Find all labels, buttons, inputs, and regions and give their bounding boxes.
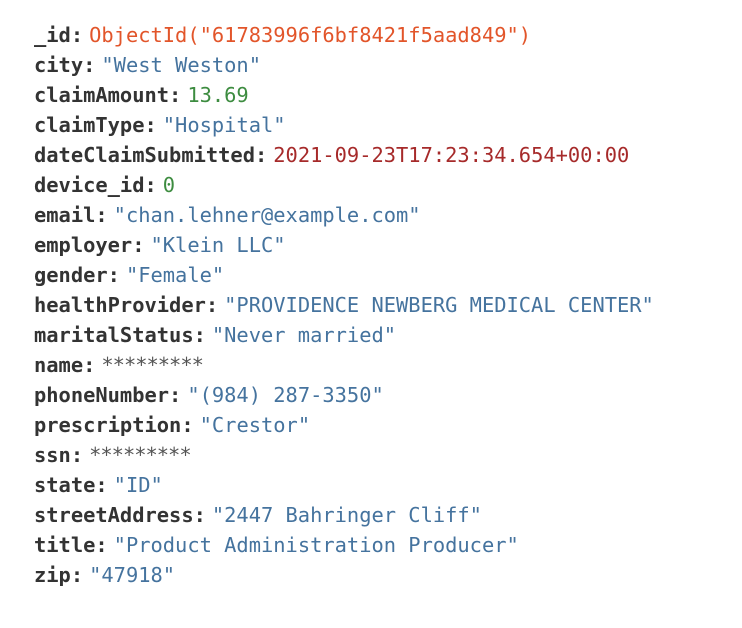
field-value: "Crestor": [199, 413, 311, 437]
field-colon: :: [144, 113, 157, 137]
field-key: healthProvider: [34, 293, 206, 317]
field-row: gender: "Female": [34, 260, 654, 290]
field-row: maritalStatus: "Never married": [34, 320, 654, 350]
field-key: device_id: [34, 173, 145, 197]
field-value: "2447 Bahringer Cliff": [211, 503, 482, 527]
field-row: device_id:0: [34, 170, 654, 200]
field-value: 13.69: [187, 83, 249, 107]
field-value: "Female": [125, 263, 225, 287]
field-value: "West Weston": [101, 53, 261, 77]
field-colon: :: [83, 353, 96, 377]
field-colon: :: [95, 473, 108, 497]
field-row: employer: "Klein LLC": [34, 230, 654, 260]
field-row: streetAddress: "2447 Bahringer Cliff": [34, 500, 654, 530]
field-value: "Never married": [211, 323, 397, 347]
field-key: prescription: [34, 413, 182, 437]
field-colon: :: [70, 443, 84, 467]
field-colon: :: [254, 143, 268, 167]
field-key: gender: [34, 263, 108, 287]
field-colon: :: [70, 563, 84, 587]
field-row: state: "ID": [34, 470, 654, 500]
field-row: _id: ObjectId("61783996f6bf8421f5aad849"): [34, 20, 654, 50]
field-value: "Klein LLC": [150, 233, 286, 257]
field-row: prescription: "Crestor": [34, 410, 654, 440]
field-colon: :: [205, 293, 219, 317]
field-colon: :: [144, 173, 157, 197]
field-row: claimAmount:13.69: [34, 80, 654, 110]
field-colon: :: [169, 83, 182, 107]
field-colon: :: [169, 383, 182, 407]
field-key: title: [34, 533, 96, 557]
field-row: title: "Product Administration Producer": [34, 530, 654, 560]
field-row: email: "chan.lehner@example.com": [34, 200, 654, 230]
field-key: maritalStatus: [34, 323, 194, 347]
field-value-masked: *********: [101, 353, 203, 377]
field-colon: :: [70, 23, 84, 47]
field-colon: :: [181, 413, 194, 437]
field-key: zip: [34, 563, 71, 587]
field-row: claimType: "Hospital": [34, 110, 654, 140]
field-key: phoneNumber: [34, 383, 170, 407]
field-colon: :: [95, 533, 108, 557]
field-colon: :: [132, 233, 145, 257]
field-row: phoneNumber: "(984) 287-3350": [34, 380, 654, 410]
field-key: _id: [34, 23, 71, 47]
field-key: claimAmount: [34, 83, 170, 107]
field-colon: :: [193, 503, 206, 527]
field-row: zip: "47918": [34, 560, 654, 590]
field-value: "PROVIDENCE NEWBERG MEDICAL CENTER": [224, 293, 654, 317]
field-key: streetAddress: [34, 503, 194, 527]
field-key: email: [34, 203, 96, 227]
field-key: ssn: [34, 443, 71, 467]
field-value: 0: [162, 173, 176, 197]
document-view: _id: ObjectId("61783996f6bf8421f5aad849")…: [34, 20, 654, 590]
field-value: "Hospital": [162, 113, 286, 137]
field-row: name: *********: [34, 350, 654, 380]
field-row: healthProvider: "PROVIDENCE NEWBERG MEDIC…: [34, 290, 654, 320]
field-value: "47918": [89, 563, 176, 587]
field-value: 2021-09-23T17:23:34.654+00:00: [273, 143, 630, 167]
field-key: name: [34, 353, 84, 377]
field-row: city: "West Weston": [34, 50, 654, 80]
field-key: dateClaimSubmitted: [34, 143, 255, 167]
field-value: "(984) 287-3350": [187, 383, 384, 407]
field-row: dateClaimSubmitted:2021-09-23T17:23:34.6…: [34, 140, 654, 170]
field-colon: :: [193, 323, 206, 347]
field-key: state: [34, 473, 96, 497]
field-key: claimType: [34, 113, 145, 137]
field-row: ssn: *********: [34, 440, 654, 470]
field-value: "Product Administration Producer": [113, 533, 519, 557]
field-colon: :: [83, 53, 96, 77]
field-value: "ID": [113, 473, 163, 497]
field-value-masked: *********: [89, 443, 191, 467]
field-colon: :: [95, 203, 108, 227]
field-colon: :: [107, 263, 120, 287]
field-value: "chan.lehner@example.com": [113, 203, 421, 227]
field-key: city: [34, 53, 84, 77]
field-key: employer: [34, 233, 133, 257]
field-value: ObjectId("61783996f6bf8421f5aad849"): [89, 23, 532, 47]
